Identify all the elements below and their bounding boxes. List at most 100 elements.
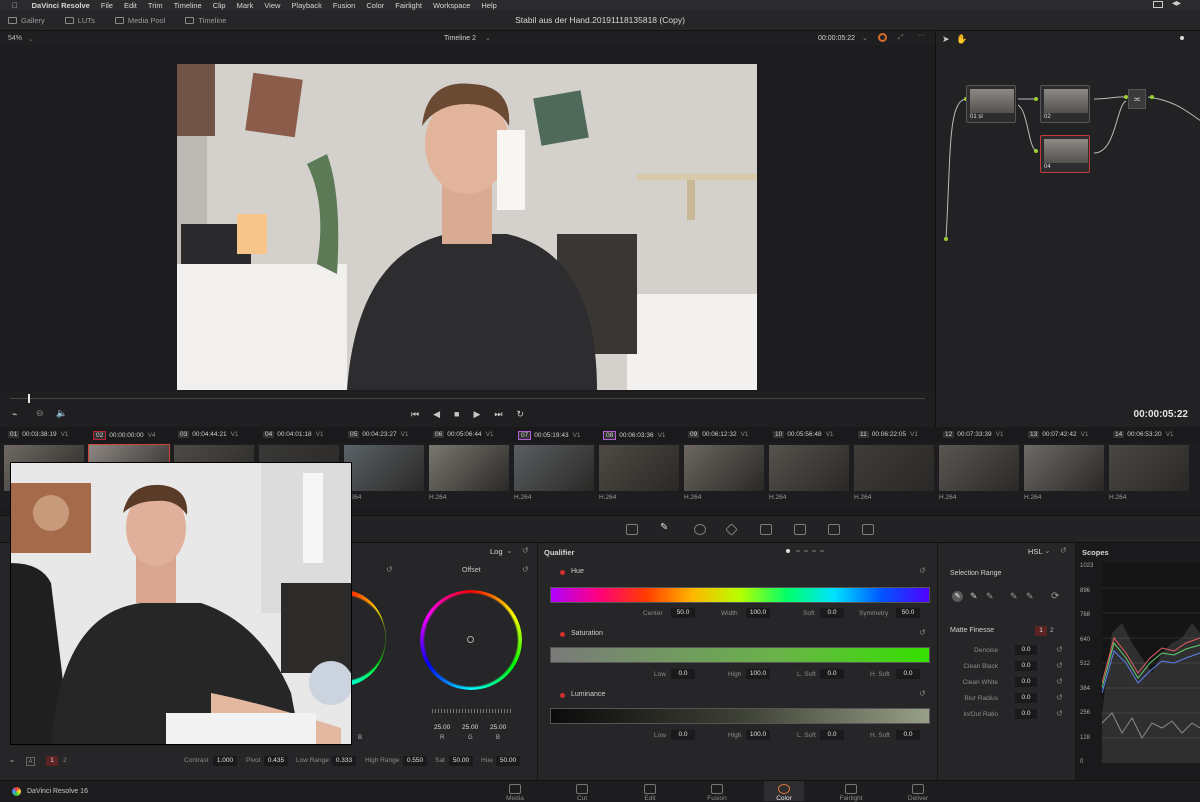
menu-color[interactable]: Color [366, 1, 384, 10]
menu-help[interactable]: Help [481, 1, 496, 10]
qualifier-eyedropper-icon[interactable]: ✎ [660, 522, 672, 533]
lum-low-value[interactable]: 0.0 [671, 730, 695, 740]
clip-header-11[interactable]: 11 00:06:22:05 V1 [854, 431, 920, 438]
menu-playback[interactable]: Playback [291, 1, 321, 10]
tracker-icon[interactable] [725, 523, 738, 536]
hue-enable-dot[interactable] [560, 570, 565, 575]
picker-plus-icon[interactable]: ✎ [986, 591, 994, 602]
clip-header-08[interactable]: 08 00:06:03:36 V1 [599, 431, 668, 440]
play-reverse-icon[interactable]: ◀ [433, 409, 440, 420]
hue-value[interactable]: 50.00 [496, 756, 520, 766]
clip-header-06[interactable]: 06 00:05:06:44 V1 [429, 431, 496, 438]
menu-view[interactable]: View [264, 1, 280, 10]
lum-high-value[interactable]: 100.0 [746, 730, 770, 740]
chevron-down-icon[interactable]: ⌄ [28, 35, 34, 43]
menu-edit[interactable]: Edit [124, 1, 137, 10]
window-icon[interactable] [694, 524, 706, 535]
menu-fairlight[interactable]: Fairlight [395, 1, 422, 10]
hue-symmetry-value[interactable]: 50.0 [896, 608, 920, 618]
clean-white-value[interactable]: 0.0 [1015, 677, 1037, 687]
skip-back-icon[interactable]: ⏮ [411, 409, 419, 420]
page-tab-color[interactable]: Color [764, 781, 804, 802]
menu-clip[interactable]: Clip [213, 1, 226, 10]
node-04[interactable]: 04 [1040, 135, 1090, 173]
page-tab-fairlight[interactable]: Fairlight [831, 784, 871, 802]
key-icon[interactable] [794, 524, 806, 535]
chevron-down-icon[interactable]: ⌄ [1044, 546, 1051, 555]
clip-thumbnail[interactable] [429, 445, 509, 491]
sat-value[interactable]: 50.00 [449, 756, 473, 766]
hue-center-value[interactable]: 50.0 [671, 608, 695, 618]
clip-thumbnail[interactable] [854, 445, 934, 491]
hue-soft-value[interactable]: 0.0 [820, 608, 844, 618]
page-1-button[interactable]: 1 [46, 756, 58, 766]
apple-icon[interactable]:  [12, 1, 18, 10]
feather-minus-icon[interactable]: ✎ [1010, 591, 1018, 602]
clip-thumbnail[interactable] [1024, 445, 1104, 491]
contrast-value[interactable]: 1.000 [213, 756, 237, 766]
offset-g-value[interactable]: 25.00 [462, 724, 478, 731]
mixer-node-icon[interactable]: ≍ [1128, 89, 1146, 109]
clip-thumbnail[interactable] [514, 445, 594, 491]
reset-icon[interactable]: ↺ [386, 565, 393, 574]
sizing-icon[interactable] [828, 524, 840, 535]
reset-icon[interactable]: ↺ [919, 628, 926, 637]
clip-header-03[interactable]: 03 00:04:44:21 V1 [174, 431, 241, 438]
curves-icon[interactable] [626, 524, 638, 535]
lum-hsoft-value[interactable]: 0.0 [896, 730, 920, 740]
page-tab-deliver[interactable]: Deliver [898, 784, 938, 802]
clip-thumbnail[interactable] [939, 445, 1019, 491]
clip-header-01[interactable]: 01 00:03:38:19 V1 [4, 431, 71, 438]
in-out-ratio-value[interactable]: 0.0 [1015, 709, 1037, 719]
offset-wheel-center[interactable] [467, 636, 474, 643]
clip-thumbnail[interactable] [599, 445, 679, 491]
clip-header-09[interactable]: 09 00:06:12:32 V1 [684, 431, 751, 438]
reset-icon[interactable]: ↺ [1060, 546, 1067, 555]
loop-icon[interactable]: ↻ [516, 409, 524, 420]
clip-header-10[interactable]: 10 00:05:56:48 V1 [769, 431, 836, 438]
picker-minus-icon[interactable]: ✎ [970, 591, 978, 602]
hue-width-value[interactable]: 100.0 [746, 608, 770, 618]
node-02[interactable]: 02 [1040, 85, 1090, 123]
auto-balance-icon[interactable]: A [26, 757, 35, 766]
picker-icon[interactable]: ✎ [952, 591, 963, 602]
denoise-value[interactable]: 0.0 [1015, 645, 1037, 655]
pivot-value[interactable]: 0.435 [264, 756, 288, 766]
clip-thumbnail[interactable] [1109, 445, 1189, 491]
clip-header-14[interactable]: 14 00:06:53:20 V1 [1109, 431, 1176, 438]
dropbox-icon[interactable] [1172, 1, 1181, 6]
zoom-dropdown[interactable]: 54% [8, 35, 22, 42]
reset-icon[interactable]: ↺ [522, 546, 529, 555]
eyedropper-icon[interactable]: ⌁ [10, 757, 14, 765]
menu-mark[interactable]: Mark [237, 1, 254, 10]
clip-header-02[interactable]: 02 00:00:00:00 V4 [89, 431, 158, 440]
menu-workspace[interactable]: Workspace [433, 1, 470, 10]
matte-page-2-button[interactable]: 2 [1050, 627, 1054, 634]
expand-icon[interactable]: ⤢ [898, 34, 904, 42]
stop-icon[interactable]: ■ [454, 409, 459, 419]
high-range-value[interactable]: 0.550 [403, 756, 427, 766]
reset-icon[interactable]: ↺ [1056, 693, 1063, 702]
clip-thumbnail[interactable] [769, 445, 849, 491]
low-range-value[interactable]: 0.333 [332, 756, 356, 766]
chevron-down-icon[interactable]: ⌄ [485, 34, 491, 42]
menu-trim[interactable]: Trim [148, 1, 163, 10]
clip-header-04[interactable]: 04 00:04:01:18 V1 [259, 431, 326, 438]
feather-plus-icon[interactable]: ✎ [1026, 591, 1034, 602]
display-icon[interactable] [1153, 1, 1163, 8]
page-tab-cut[interactable]: Cut [562, 784, 602, 802]
play-icon[interactable]: ▶ [473, 409, 480, 420]
page-tab-edit[interactable]: Edit [630, 784, 670, 802]
3d-icon[interactable] [862, 524, 874, 535]
clip-thumbnail[interactable] [344, 445, 424, 491]
reset-icon[interactable]: ↺ [919, 689, 926, 698]
wheels-mode-dropdown[interactable]: Log [490, 547, 503, 556]
media-pool-button[interactable]: Media Pool [114, 16, 165, 25]
reset-icon[interactable]: ↺ [1056, 645, 1063, 654]
clip-header-13[interactable]: 13 00:07:42:42 V1 [1024, 431, 1091, 438]
chevron-down-icon[interactable]: ⌄ [506, 546, 513, 555]
sat-high-value[interactable]: 100.0 [746, 669, 770, 679]
page-tab-fusion[interactable]: Fusion [697, 784, 737, 802]
offset-master-slider[interactable] [432, 709, 512, 713]
reset-icon[interactable]: ↺ [1056, 661, 1063, 670]
